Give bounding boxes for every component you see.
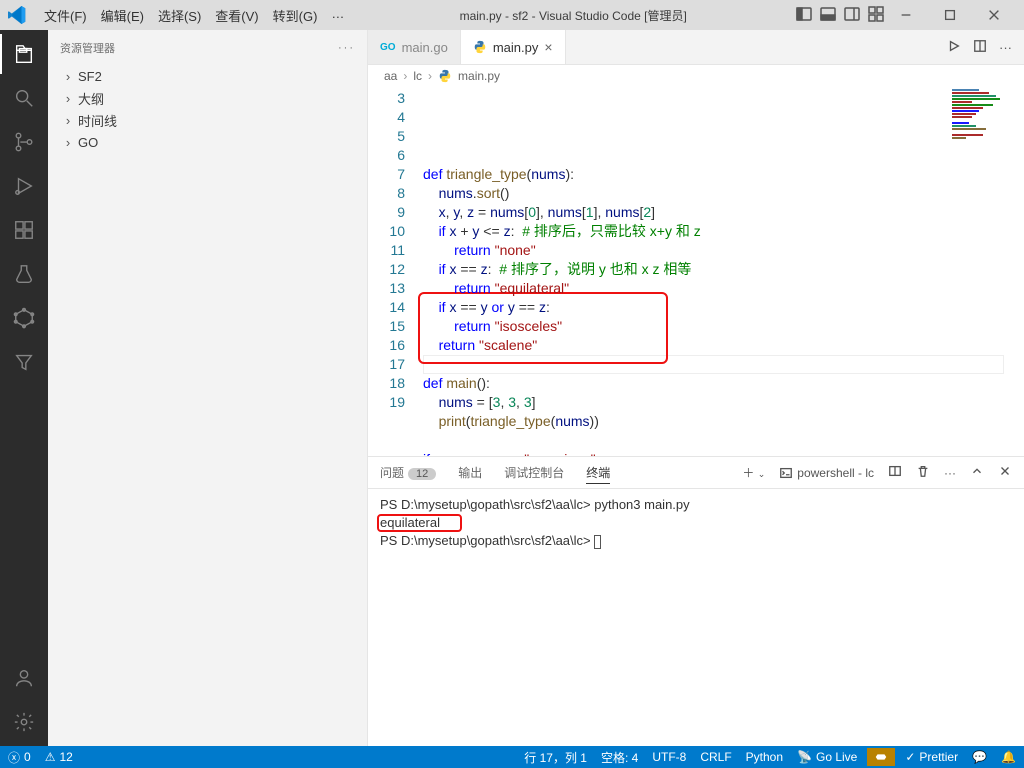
window-maximize-button[interactable] — [928, 0, 972, 30]
window-minimize-button[interactable] — [884, 0, 928, 30]
explorer-sidebar: 资源管理器 ··· › SF2 › 大纲 › 时间线 › GO — [48, 30, 368, 746]
status-warnings[interactable]: ⚠12 — [45, 750, 73, 764]
tree-item-sf2[interactable]: › SF2 — [48, 65, 367, 87]
run-icon[interactable] — [947, 39, 961, 56]
status-go-live[interactable]: 📡Go Live — [797, 750, 857, 764]
status-indent[interactable]: 空格: 4 — [601, 749, 638, 766]
warning-icon: ⚠ — [45, 750, 56, 764]
panel-tab-problems[interactable]: 问题12 — [380, 462, 436, 483]
error-icon: ⓧ — [8, 749, 20, 766]
menu-go[interactable]: 转到(G) — [267, 4, 324, 27]
activity-filter[interactable] — [0, 342, 48, 382]
tab-main-go[interactable]: GO main.go — [368, 30, 461, 64]
problems-count-badge: 12 — [408, 468, 436, 480]
kill-terminal-icon[interactable] — [916, 464, 930, 481]
activity-accounts[interactable] — [0, 658, 48, 698]
status-ln-col[interactable]: 行 17，列 1 — [524, 749, 587, 766]
sidebar-title: 资源管理器 — [60, 40, 115, 56]
tree-label: GO — [78, 135, 98, 150]
status-go-extension[interactable] — [867, 748, 895, 766]
code-area[interactable]: def triangle_type(nums): nums.sort() x, … — [423, 87, 1024, 456]
chevron-right-icon: › — [62, 135, 74, 150]
status-prettier[interactable]: ✓Prettier — [905, 750, 958, 764]
broadcast-icon: 📡 — [797, 750, 812, 764]
go-file-icon: GO — [380, 42, 396, 53]
menu-view[interactable]: 查看(V) — [209, 4, 264, 27]
breadcrumb-segment[interactable]: main.py — [458, 69, 500, 83]
tab-label: main.go — [402, 40, 448, 55]
window-title: main.py - sf2 - Visual Studio Code [管理员] — [350, 7, 796, 24]
close-panel-icon[interactable] — [998, 464, 1012, 481]
terminal-shell-label[interactable]: powershell - lc — [779, 466, 874, 480]
chevron-right-icon: › — [62, 69, 74, 84]
panel-tab-debug-console[interactable]: 调试控制台 — [504, 462, 564, 483]
minimap[interactable] — [952, 89, 1020, 149]
status-errors[interactable]: ⓧ0 — [8, 749, 31, 766]
title-bar: 文件(F) 编辑(E) 选择(S) 查看(V) 转到(G) … main.py … — [0, 0, 1024, 30]
split-terminal-icon[interactable] — [888, 464, 902, 481]
tab-main-py[interactable]: main.py × — [461, 30, 566, 64]
line-number-gutter: 345678910111213141516171819 — [368, 87, 423, 456]
menu-select[interactable]: 选择(S) — [152, 4, 207, 27]
editor-tabs-bar: GO main.go main.py × ··· — [368, 30, 1024, 65]
more-actions-icon[interactable]: ··· — [999, 40, 1012, 55]
customize-layout-icon[interactable] — [868, 6, 884, 25]
python-file-icon — [438, 69, 452, 83]
tree-label: 大纲 — [78, 89, 104, 108]
status-encoding[interactable]: UTF-8 — [652, 750, 686, 764]
panel-tab-output[interactable]: 输出 — [458, 462, 482, 483]
layout-controls — [796, 6, 884, 25]
toggle-primary-sidebar-icon[interactable] — [796, 6, 812, 25]
maximize-panel-icon[interactable] — [970, 464, 984, 481]
breadcrumbs[interactable]: aa› lc› main.py — [368, 65, 1024, 87]
tab-label: main.py — [493, 40, 539, 55]
toggle-secondary-sidebar-icon[interactable] — [844, 6, 860, 25]
window-close-button[interactable] — [972, 0, 1016, 30]
activity-testing[interactable] — [0, 254, 48, 294]
menu-file[interactable]: 文件(F) — [38, 4, 93, 27]
menu-bar: 文件(F) 编辑(E) 选择(S) 查看(V) 转到(G) … — [38, 4, 350, 27]
tree-item-outline[interactable]: › 大纲 — [48, 87, 367, 109]
check-icon: ✓ — [905, 750, 915, 764]
menu-edit[interactable]: 编辑(E) — [95, 4, 150, 27]
new-terminal-icon[interactable]: ＋ ⌄ — [742, 464, 765, 481]
menu-more[interactable]: … — [325, 4, 350, 27]
status-language[interactable]: Python — [746, 750, 783, 764]
tree-label: SF2 — [78, 69, 102, 84]
status-bar: ⓧ0 ⚠12 行 17，列 1 空格: 4 UTF-8 CRLF Python … — [0, 746, 1024, 768]
activity-explorer[interactable] — [0, 34, 48, 74]
split-editor-icon[interactable] — [973, 39, 987, 56]
terminal[interactable]: PS D:\mysetup\gopath\src\sf2\aa\lc> pyth… — [368, 489, 1024, 746]
chevron-right-icon: › — [62, 91, 74, 106]
vscode-logo-icon — [8, 6, 26, 24]
explorer-tree: › SF2 › 大纲 › 时间线 › GO — [48, 65, 367, 153]
close-icon[interactable]: × — [544, 39, 552, 55]
activity-settings[interactable] — [0, 702, 48, 742]
status-notifications-icon[interactable]: 🔔 — [1001, 750, 1016, 764]
activity-run-debug[interactable] — [0, 166, 48, 206]
code-editor[interactable]: 345678910111213141516171819 def triangle… — [368, 87, 1024, 456]
panel-more-icon[interactable]: ··· — [944, 466, 956, 480]
activity-source-control[interactable] — [0, 122, 48, 162]
python-file-icon — [473, 40, 487, 54]
chevron-right-icon: › — [62, 113, 74, 128]
tree-item-timeline[interactable]: › 时间线 — [48, 109, 367, 131]
breadcrumb-segment[interactable]: aa — [384, 69, 397, 83]
toggle-panel-icon[interactable] — [820, 6, 836, 25]
activity-search[interactable] — [0, 78, 48, 118]
breadcrumb-segment[interactable]: lc — [413, 69, 422, 83]
panel-tab-terminal[interactable]: 终端 — [586, 462, 610, 484]
tree-label: 时间线 — [78, 111, 117, 130]
panel-tabs: 问题12 输出 调试控制台 终端 ＋ ⌄ powershell - lc ··· — [368, 457, 1024, 489]
status-eol[interactable]: CRLF — [700, 750, 731, 764]
editor-group: GO main.go main.py × ··· aa› lc› main.py… — [368, 30, 1024, 746]
sidebar-more-icon[interactable]: ··· — [338, 42, 355, 54]
activity-bar — [0, 30, 48, 746]
activity-graphql[interactable] — [0, 298, 48, 338]
tree-item-go[interactable]: › GO — [48, 131, 367, 153]
status-feedback-icon[interactable]: 💬 — [972, 750, 987, 764]
activity-extensions[interactable] — [0, 210, 48, 250]
bottom-panel: 问题12 输出 调试控制台 终端 ＋ ⌄ powershell - lc ···… — [368, 456, 1024, 746]
